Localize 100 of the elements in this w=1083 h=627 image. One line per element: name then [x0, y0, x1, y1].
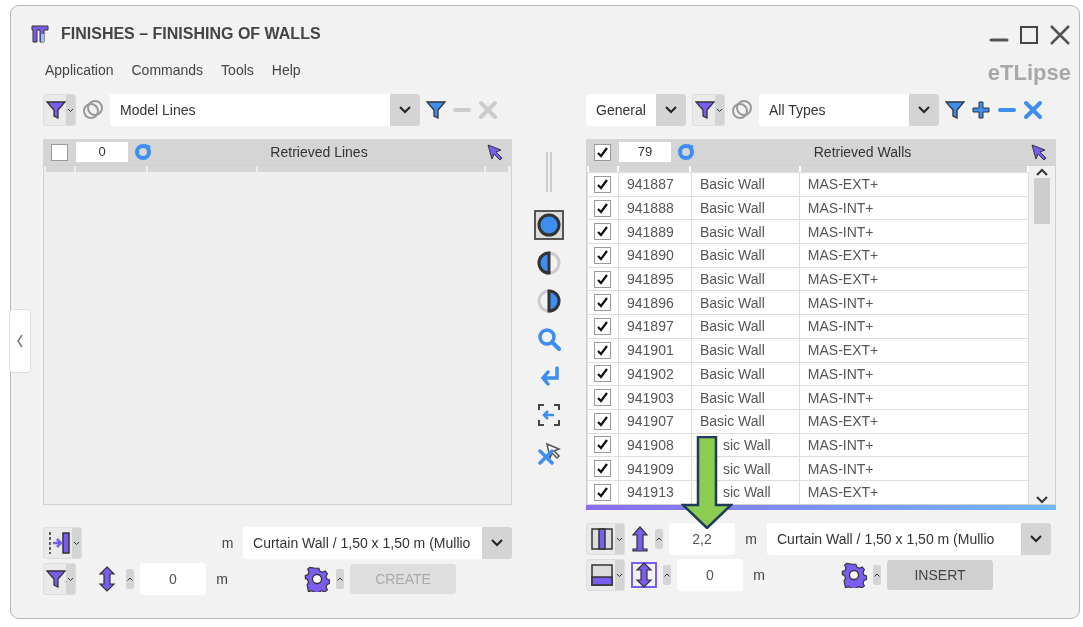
align-dropdown-button[interactable] [43, 527, 82, 559]
filter-dropdown-button[interactable] [692, 94, 725, 126]
table-cell: MAS-INT+ [799, 196, 1029, 220]
row-dropdown-button[interactable] [586, 559, 625, 591]
table-cell: Basic Wall [691, 314, 800, 339]
chevron-left-icon [16, 334, 24, 348]
table-cell: Basic Wall [691, 290, 800, 315]
wall-type-select[interactable]: Curtain Wall / 1,50 x 1,50 m (Mullio [243, 527, 512, 559]
select-all-checkbox[interactable] [594, 143, 611, 161]
row-checkbox[interactable] [594, 246, 611, 264]
caret-up-icon [337, 577, 343, 581]
pointer-icon[interactable] [486, 143, 504, 161]
scroll-down-icon[interactable] [1036, 496, 1048, 504]
table-cell: MAS-EXT+ [799, 267, 1029, 291]
table-cell: Basic Wall [691, 196, 800, 220]
table-cell: Basic Wall [691, 219, 800, 244]
row-checkbox[interactable] [594, 365, 611, 383]
table-cell: 941897 [618, 314, 692, 339]
scroll-thumb[interactable] [1034, 178, 1050, 224]
table-cell: 941890 [618, 243, 692, 268]
row-checkbox[interactable] [594, 294, 611, 312]
table-cell: Basic Wall [691, 172, 800, 197]
row-checkbox[interactable] [594, 460, 611, 478]
scroll-up-icon[interactable] [1036, 168, 1048, 176]
table-cell: 941908 [618, 433, 692, 457]
row-checkbox[interactable] [594, 412, 611, 430]
select-all-checkbox[interactable] [51, 143, 68, 161]
offset-field[interactable]: 0 [140, 563, 206, 595]
rings-icon [731, 99, 753, 121]
close-icon[interactable] [1023, 100, 1043, 120]
table-cell: 941896 [618, 290, 692, 315]
unit-label: m [215, 571, 229, 587]
element-select[interactable]: All Types [759, 94, 939, 126]
caret-icon [73, 540, 80, 546]
filter-icon [46, 100, 66, 120]
menu-item[interactable]: Commands [131, 62, 204, 88]
table-cell: MAS-INT+ [799, 314, 1029, 339]
table-cell: MAS-EXT+ [799, 172, 1029, 197]
element-select[interactable]: Model Lines [110, 94, 420, 126]
row-checkbox[interactable] [594, 341, 611, 359]
wall-type-select[interactable]: Curtain Wall / 1,50 x 1,50 m (Mullio [767, 523, 1051, 555]
table-cell: Basic Wall [691, 338, 800, 362]
caret-icon [67, 576, 74, 582]
table-cell: MAS-INT+ [799, 385, 1029, 410]
pointer-icon[interactable] [1030, 143, 1048, 161]
table-cell: MAS-INT+ [799, 433, 1029, 457]
insert-button[interactable]: INSERT [887, 560, 993, 590]
count-field: 79 [619, 142, 671, 162]
table-cell: MAS-EXT+ [799, 409, 1029, 434]
menu-item[interactable]: Help [271, 62, 301, 88]
caret-icon [1030, 535, 1042, 543]
table-cell: 941895 [618, 267, 692, 291]
circle-button[interactable] [534, 210, 564, 240]
table-cell: 941903 [618, 385, 692, 410]
row-checkbox[interactable] [594, 389, 611, 407]
caret-icon [918, 106, 930, 114]
row-checkbox[interactable] [594, 483, 611, 501]
spin-button[interactable] [126, 569, 134, 589]
filter-dropdown-button[interactable] [43, 94, 76, 126]
table-cell: MAS-INT+ [799, 362, 1029, 386]
height-field[interactable]: 2,2 [669, 523, 735, 555]
filter-icon [426, 100, 446, 120]
table-cell: MAS-INT+ [799, 219, 1029, 244]
row-checkbox[interactable] [594, 317, 611, 335]
caret-icon [491, 539, 503, 547]
table-cell: 941907 [618, 409, 692, 434]
table-cell: MAS-INT+ [799, 290, 1029, 315]
spin-button[interactable] [873, 565, 881, 585]
header-label: Retrieved Walls [812, 144, 913, 160]
table-cell: Basic Wall [691, 362, 800, 386]
offset-mode-button[interactable] [631, 562, 657, 588]
filter-icon [695, 100, 715, 120]
maximize-icon[interactable] [1019, 25, 1039, 45]
row-icon [589, 562, 615, 588]
spin-button[interactable] [655, 529, 663, 549]
row-checkbox[interactable] [594, 199, 611, 217]
spin-button[interactable] [336, 569, 344, 589]
double-arrow-icon [98, 566, 116, 592]
settings-icon[interactable] [841, 562, 867, 588]
double-arrow-icon [635, 562, 653, 588]
menu-item[interactable]: Tools [221, 62, 254, 88]
caret-icon [616, 572, 623, 578]
row-checkbox[interactable] [594, 270, 611, 288]
spin-button[interactable] [663, 565, 671, 585]
count-field: 0 [76, 142, 128, 162]
rings-icon [82, 99, 104, 121]
table-cell: Basic Wall [691, 243, 800, 268]
table-cell: 941888 [618, 196, 692, 220]
filter-dropdown-button[interactable] [43, 563, 76, 595]
close-icon[interactable] [1049, 24, 1071, 46]
offset-field[interactable]: 0 [677, 559, 743, 591]
row-checkbox[interactable] [594, 436, 611, 454]
scrollbar[interactable] [1029, 166, 1055, 504]
row-checkbox[interactable] [594, 175, 611, 193]
plus-icon[interactable] [971, 100, 991, 120]
column-dropdown-button[interactable] [586, 523, 625, 555]
category-select[interactable]: General [586, 94, 686, 126]
settings-icon[interactable] [304, 566, 330, 592]
menu-item[interactable]: Application [45, 62, 114, 88]
row-checkbox[interactable] [594, 223, 611, 241]
